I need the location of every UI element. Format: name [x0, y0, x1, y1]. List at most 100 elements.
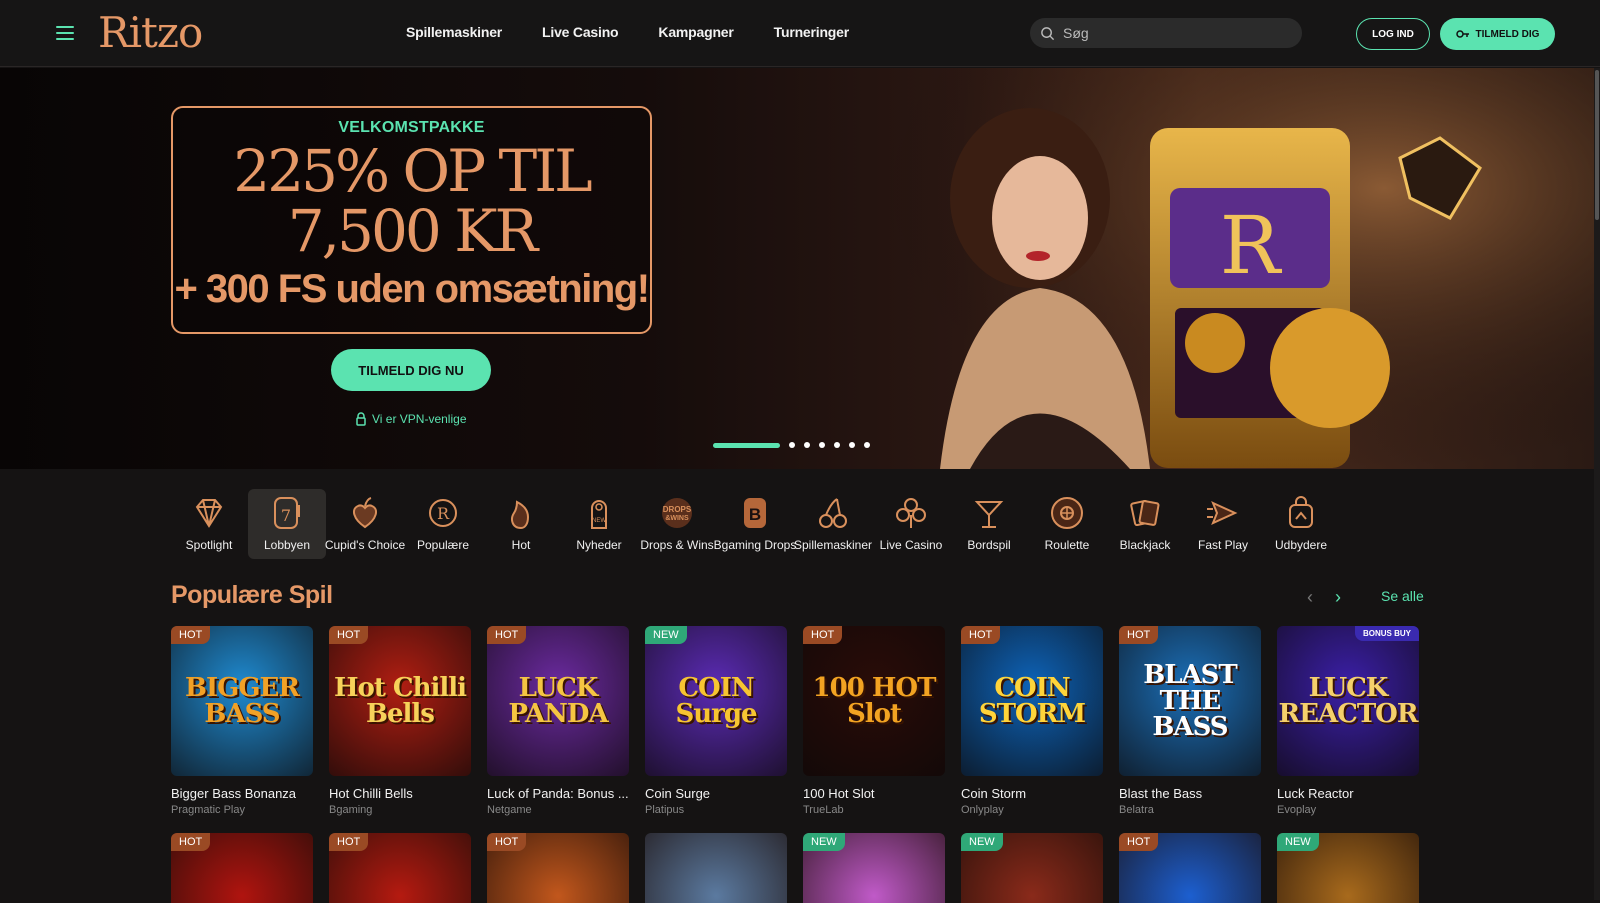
game-badge: NEW — [1277, 833, 1319, 851]
game-thumbnail[interactable]: HOT Hot Chilli Bells — [329, 626, 471, 776]
game-card[interactable]: NEW — [1277, 833, 1419, 903]
game-name[interactable]: 100 Hot Slot — [803, 786, 945, 801]
nav-kampagner[interactable]: Kampagner — [658, 24, 733, 40]
carousel-dot-2[interactable] — [789, 442, 795, 448]
category-spillemaskiner[interactable]: Spillemaskiner — [794, 489, 872, 559]
see-all-link[interactable]: Se alle — [1381, 588, 1424, 604]
nav-spillemaskiner[interactable]: Spillemaskiner — [406, 24, 502, 40]
category-drops-wins[interactable]: DROPS &WINS Drops & Wins — [638, 489, 716, 559]
game-card[interactable]: NEW — [961, 833, 1103, 903]
game-thumbnail[interactable]: HOT LUCK PANDA — [487, 626, 629, 776]
category-label: Lobbyen — [263, 538, 311, 552]
game-name[interactable]: Luck Reactor — [1277, 786, 1419, 801]
game-thumbnail[interactable]: NEW — [961, 833, 1103, 903]
game-badge: HOT — [171, 626, 211, 644]
bgaming-b-icon: B — [744, 498, 766, 528]
carousel-dot-3[interactable] — [804, 442, 810, 448]
game-card[interactable]: HOT — [329, 833, 471, 903]
game-card[interactable]: HOT BLAST THE BASS Blast the Bass Belatra — [1119, 626, 1261, 818]
game-art-title: BIGGER BASS — [185, 673, 300, 729]
category-fast-play[interactable]: Fast Play — [1184, 489, 1262, 559]
carousel-dot-7[interactable] — [864, 442, 870, 448]
game-thumbnail[interactable]: BONUS BUY LUCK REACTOR — [1277, 626, 1419, 776]
signup-button[interactable]: TILMELD DIG — [1440, 18, 1555, 50]
category-bgaming-drops[interactable]: B Bgaming Drops — [714, 489, 796, 559]
category-hot[interactable]: Hot — [482, 489, 560, 559]
game-thumbnail[interactable]: HOT 100 HOT Slot — [803, 626, 945, 776]
game-card[interactable]: HOT BIGGER BASS Bigger Bass Bonanza Pragmat… — [171, 626, 313, 818]
game-thumbnail[interactable]: NEW COIN Surge — [645, 626, 787, 776]
game-card[interactable]: HOT COIN STORM Coin Storm Onlyplay — [961, 626, 1103, 818]
category-nyheder[interactable]: NEW Nyheder — [560, 489, 638, 559]
game-thumbnail[interactable]: NEW — [803, 833, 945, 903]
game-card[interactable]: NEW COIN Surge Coin Surge Platipus — [645, 626, 787, 818]
category-spotlight[interactable]: Spotlight — [170, 489, 248, 559]
carousel-dot-6[interactable] — [849, 442, 855, 448]
game-card[interactable]: HOT — [487, 833, 629, 903]
next-arrow-icon[interactable]: › — [1335, 587, 1341, 608]
promo-free-spins: + 300 FS uden omsætning! — [174, 267, 650, 311]
game-thumbnail[interactable]: HOT — [329, 833, 471, 903]
carousel-dot-5[interactable] — [834, 442, 840, 448]
game-thumbnail[interactable]: HOT — [171, 833, 313, 903]
signup-label: TILMELD DIG — [1475, 28, 1540, 40]
game-thumbnail[interactable]: NEW — [1277, 833, 1419, 903]
game-provider: Netgame — [487, 804, 532, 816]
flame-icon — [511, 500, 530, 530]
category-label: Bordspil — [967, 538, 1011, 552]
svg-text:DROPS: DROPS — [663, 505, 692, 514]
heart-apple-icon — [352, 497, 378, 529]
game-provider: Evoplay — [1277, 804, 1317, 816]
section-title: Populære Spil — [171, 581, 333, 609]
vpn-friendly-link[interactable]: Vi er VPN-venlige — [356, 412, 467, 426]
category-bordspil[interactable]: Bordspil — [950, 489, 1028, 559]
game-name[interactable]: Coin Storm — [961, 786, 1103, 801]
game-name[interactable]: Blast the Bass — [1119, 786, 1261, 801]
category-blackjack[interactable]: Blackjack — [1106, 489, 1184, 559]
game-name[interactable]: Bigger Bass Bonanza — [171, 786, 313, 801]
nav-turneringer[interactable]: Turneringer — [774, 24, 850, 40]
category-cupid-s-choice[interactable]: Cupid's Choice — [325, 489, 405, 559]
game-card[interactable]: HOT LUCK PANDA Luck of Panda: Bonus ... Net… — [487, 626, 629, 818]
game-card[interactable]: HOT — [1119, 833, 1261, 903]
game-thumbnail[interactable] — [645, 833, 787, 903]
ritzo-logo[interactable]: Ritzo — [98, 8, 203, 57]
game-thumbnail[interactable]: HOT — [487, 833, 629, 903]
hamburger-menu-icon[interactable] — [56, 26, 74, 40]
category-roulette[interactable]: Roulette — [1028, 489, 1106, 559]
hero-signup-button[interactable]: TILMELD DIG NU — [331, 349, 491, 391]
login-button[interactable]: LOG IND — [1356, 18, 1430, 50]
game-thumbnail[interactable]: HOT BLAST THE BASS — [1119, 626, 1261, 776]
page-scrollbar[interactable] — [1594, 68, 1600, 900]
game-name[interactable]: Luck of Panda: Bonus ... — [487, 786, 629, 801]
search-input[interactable] — [1063, 25, 1283, 41]
category-udbydere[interactable]: Udbydere — [1262, 489, 1340, 559]
game-thumbnail[interactable]: HOT COIN STORM — [961, 626, 1103, 776]
game-name[interactable]: Hot Chilli Bells — [329, 786, 471, 801]
game-card[interactable]: HOT Hot Chilli Bells Hot Chilli Bells Bgami… — [329, 626, 471, 818]
category-live-casino[interactable]: Live Casino — [872, 489, 950, 559]
category-populære[interactable]: R Populære — [404, 489, 482, 559]
search-bar[interactable] — [1030, 18, 1302, 48]
promo-eyebrow: VELKOMSTPAKKE — [338, 119, 485, 136]
game-card[interactable]: HOT 100 HOT Slot 100 Hot Slot TrueLab — [803, 626, 945, 818]
game-card[interactable] — [645, 833, 787, 903]
game-name[interactable]: Coin Surge — [645, 786, 787, 801]
category-label: Hot — [511, 538, 531, 552]
carousel-dot-4[interactable] — [819, 442, 825, 448]
popular-games-grid-row2: HOT HOT HOT NEW NEW HOT NEW — [171, 833, 1419, 903]
roulette-icon — [1051, 497, 1083, 529]
game-thumbnail[interactable]: HOT — [1119, 833, 1261, 903]
carousel-dot-1[interactable] — [713, 442, 780, 448]
game-card[interactable]: HOT — [171, 833, 313, 903]
category-lobbyen[interactable]: 7 Lobbyen — [248, 489, 326, 559]
nav-live-casino[interactable]: Live Casino — [542, 24, 619, 40]
scrollbar-thumb[interactable] — [1595, 70, 1599, 220]
game-thumbnail[interactable]: HOT BIGGER BASS — [171, 626, 313, 776]
seven-slot-icon: 7 — [274, 497, 300, 529]
game-card[interactable]: BONUS BUY LUCK REACTOR Luck Reactor Evoplay — [1277, 626, 1419, 818]
game-art-title: 100 HOT Slot — [812, 673, 937, 729]
game-card[interactable]: NEW — [803, 833, 945, 903]
game-badge: HOT — [803, 626, 843, 644]
prev-arrow-icon[interactable]: ‹ — [1307, 587, 1313, 608]
